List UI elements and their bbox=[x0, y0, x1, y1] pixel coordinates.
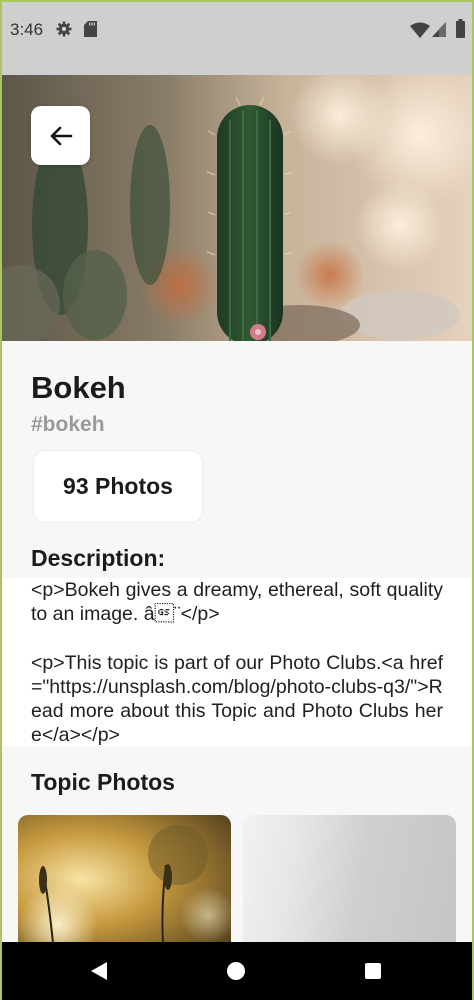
topic-slug: #bokeh bbox=[31, 413, 105, 436]
topic-photos-heading: Topic Photos bbox=[31, 769, 175, 795]
nav-home-icon[interactable] bbox=[227, 962, 245, 980]
photo-count-label: 93 Photos bbox=[63, 473, 173, 499]
photo-count-card: 93 Photos bbox=[33, 450, 203, 523]
description-box: <p>Bokeh gives a dreamy, ethereal, soft … bbox=[0, 578, 474, 746]
status-bar: 3:46 bbox=[0, 0, 474, 75]
sd-card-icon bbox=[84, 21, 97, 37]
wifi-icon bbox=[410, 22, 430, 38]
status-time: 3:46 bbox=[10, 20, 44, 39]
topic-photo-image bbox=[18, 815, 231, 943]
battery-icon bbox=[456, 19, 465, 38]
gear-icon bbox=[56, 21, 72, 37]
system-nav-bar bbox=[0, 942, 474, 1000]
topic-photo-thumbnail[interactable] bbox=[18, 815, 231, 943]
nav-recents-icon[interactable] bbox=[365, 963, 381, 979]
arrow-left-icon bbox=[50, 126, 72, 145]
topic-title: Bokeh bbox=[31, 370, 126, 405]
signal-icon bbox=[432, 22, 446, 37]
nav-back-icon[interactable] bbox=[90, 962, 108, 980]
topic-photo-placeholder[interactable] bbox=[243, 815, 456, 943]
description-heading: Description: bbox=[31, 545, 166, 571]
back-button[interactable] bbox=[31, 106, 90, 165]
description-body: <p>Bokeh gives a dreamy, ethereal, soft … bbox=[31, 579, 443, 747]
